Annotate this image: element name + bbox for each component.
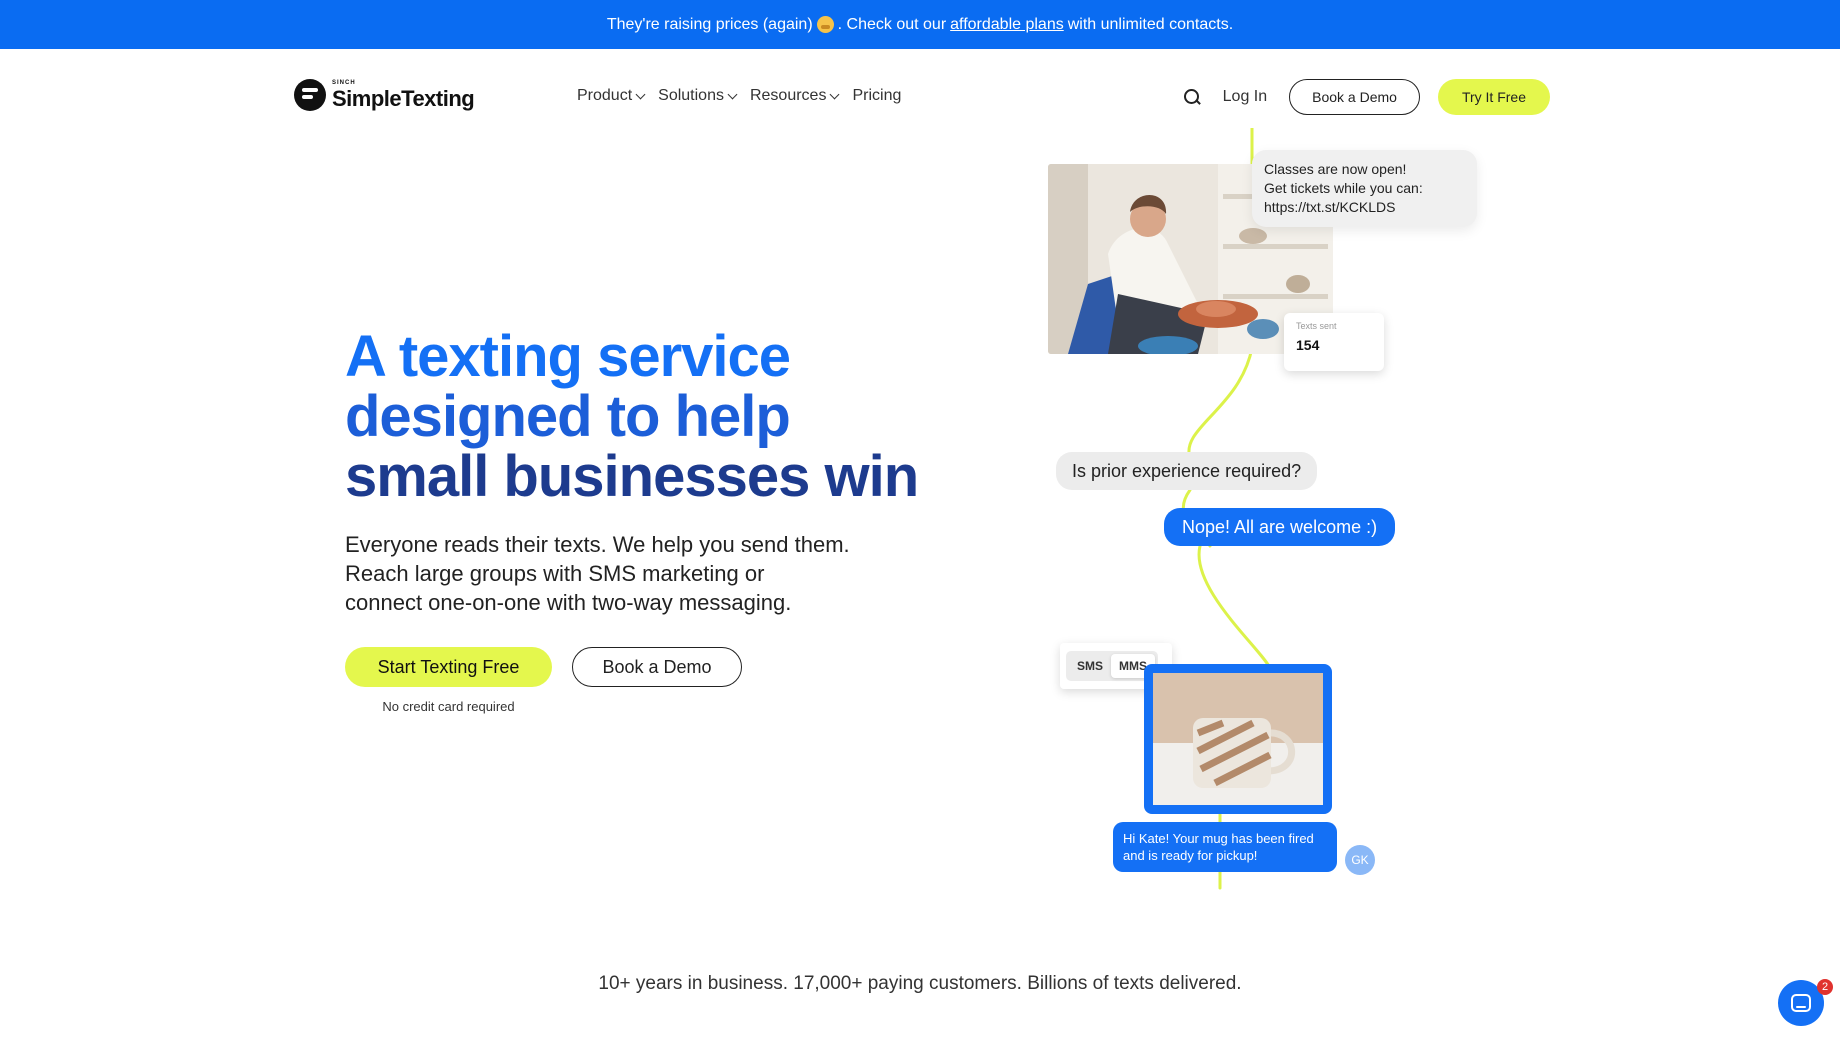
announcement-bar: They're raising prices (again) . Check o… (0, 0, 1840, 49)
toggle-sms: SMS (1077, 659, 1104, 673)
announcement-text-before: They're raising prices (again) (606, 15, 813, 33)
hero-illustration: Classes are now open! Get tickets while … (1040, 128, 1477, 898)
message-line: https://txt.st/KCKLDS (1264, 199, 1396, 215)
answer-bubble: Nope! All are welcome :) (1164, 508, 1396, 546)
class-open-message: Classes are now open! Get tickets while … (1252, 150, 1477, 227)
nav-menu: Product Solutions Resources Pricing (577, 87, 901, 105)
message-line: Hi Kate! Your mug has been fired (1123, 831, 1314, 846)
try-free-button[interactable]: Try It Free (1437, 79, 1550, 115)
book-demo-button[interactable]: Book a Demo (1289, 79, 1420, 115)
no-credit-card-note: No credit card required (382, 699, 515, 714)
message-line: and is ready for pickup! (1123, 848, 1258, 863)
pickup-message: Hi Kate! Your mug has been fired and is … (1113, 822, 1337, 872)
texts-sent-label: Texts sent (1296, 321, 1337, 331)
hero-book-demo-button[interactable]: Book a Demo (572, 647, 742, 687)
start-texting-free-button[interactable]: Start Texting Free (345, 647, 552, 687)
stats-line: 10+ years in business. 17,000+ paying cu… (598, 973, 1242, 994)
nav-item-label: Solutions (658, 87, 724, 104)
hero-title-line: small businesses win (345, 444, 919, 509)
announcement-text-middle: . Check out our (837, 15, 947, 33)
texts-sent-value: 154 (1296, 337, 1320, 353)
message-line: Get tickets while you can: (1264, 180, 1423, 196)
chat-unread-badge: 2 (1817, 979, 1833, 995)
nav-item-solutions[interactable]: Solutions (658, 87, 738, 105)
logo[interactable]: SINCH SimpleTexting (294, 79, 475, 111)
nav-item-label: Product (577, 87, 633, 104)
nav-item-label: Resources (749, 87, 827, 104)
chat-icon (1791, 994, 1811, 1012)
hero-subtitle-line: Reach large groups with SMS marketing or (345, 561, 765, 586)
avatar: GK (1345, 845, 1375, 875)
logo-name: SimpleTexting (332, 86, 475, 111)
hero-subtitle-line: connect one-on-one with two-way messagin… (345, 590, 792, 615)
mug-photo-illustration (1153, 673, 1323, 805)
mug-photo (1144, 664, 1332, 814)
hero-title-line: A texting service (345, 324, 791, 389)
search-icon[interactable] (1183, 88, 1201, 106)
grimace-emoji-icon (816, 16, 834, 33)
nav-item-pricing[interactable]: Pricing (852, 87, 901, 105)
nav-actions: Log In Book a Demo Try It Free (1183, 79, 1550, 115)
simpletexting-logo-icon (294, 79, 326, 111)
nav-item-label: Pricing (852, 87, 902, 104)
question-bubble: Is prior experience required? (1056, 452, 1318, 490)
announcement-text-after: with unlimited contacts. (1067, 15, 1234, 33)
chevron-down-icon (727, 89, 738, 99)
hero-title-line: designed to help (345, 384, 791, 449)
texts-sent-card: Texts sent 154 (1284, 313, 1384, 371)
chevron-down-icon (635, 89, 646, 99)
login-link[interactable]: Log In (1223, 88, 1267, 106)
hero-subtitle-line: Everyone reads their texts. We help you … (345, 532, 850, 557)
nav-item-product[interactable]: Product (577, 87, 646, 105)
hero-title: A texting service designed to help small… (345, 327, 965, 507)
hero-ctas: Start Texting Free Book a Demo (345, 647, 742, 687)
hero-subtitle: Everyone reads their texts. We help you … (345, 530, 945, 617)
message-line: Classes are now open! (1264, 161, 1407, 177)
nav-item-resources[interactable]: Resources (749, 87, 840, 105)
chevron-down-icon (830, 89, 840, 99)
main-nav: SINCH SimpleTexting Product Solutions Re… (0, 49, 1840, 145)
affordable-plans-link[interactable]: affordable plans (950, 16, 1064, 34)
